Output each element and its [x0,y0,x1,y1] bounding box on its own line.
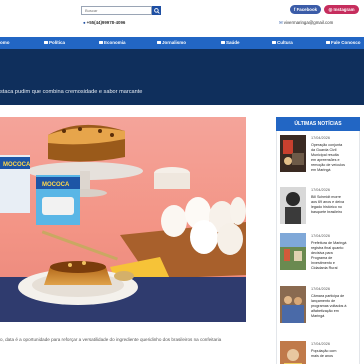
image-brand-box: MOCOCA [42,182,70,188]
news-thumbnail[interactable] [280,135,306,172]
news-title[interactable]: Prefeitura de Maringá registra final qua… [311,241,359,271]
search-button[interactable] [152,6,161,15]
news-title[interactable]: Operação conjunta da Guarda Civil Munici… [311,143,359,173]
nav-item-fale-conosco[interactable]: Fale Conosco [326,37,361,49]
nav-label: omo [0,40,10,45]
nav-item-jornalismo[interactable]: Jornalismo [157,37,186,49]
title-band [0,49,364,105]
nav-label: Economia [104,40,126,45]
nav-item-economia[interactable]: Economia [99,37,126,49]
nav-label: Fale Conosco [331,40,361,45]
nav-item-politica[interactable]: Política [44,37,65,49]
news-date: 17/04/2026 [311,342,331,346]
economy-icon [99,41,103,45]
instagram-label: Instagram [333,7,355,12]
nav-label: Saúde [226,40,240,45]
health-icon [221,41,225,45]
phone-contact[interactable]: ●+55(44)99978-4096 [83,20,125,25]
news-date: 17/04/2026 [311,287,331,291]
featured-image: MOCOCA MOCOCA [0,117,246,322]
search-icon [153,7,160,14]
nav-item-cultura[interactable]: Cultura [272,37,293,49]
news-title[interactable]: População com mais de anos [311,349,359,359]
news-thumbnail[interactable] [280,341,306,364]
nav-item-saude[interactable]: Saúde [221,37,240,49]
news-title[interactable]: Câmara participa de lançamento de progra… [311,294,359,319]
email-address: vivermaringa@gmail.com [283,20,334,25]
politics-icon [44,41,48,45]
latest-news-list: 17/04/2026 Operação conjunta da Guarda C… [276,131,360,364]
phone-number: +55(44)99978-4096 [86,20,126,25]
news-date: 17/04/2026 [311,136,331,140]
search-form [81,6,161,15]
main-nav: omo Política Economia Jornalismo Saúde C… [0,37,364,49]
whatsapp-icon: ● [83,20,86,25]
news-thumbnail[interactable] [280,233,306,270]
nav-label: Cultura [277,40,293,45]
page: ●+55(44)99978-4096 f Facebook ◎ Instagra… [0,0,364,364]
news-thumbnail[interactable] [280,286,306,323]
mail-icon: ✉ [279,20,283,25]
news-title[interactable]: Bill Schmidt morre aos 69 anos e deixa l… [311,195,359,215]
nav-label: Política [49,40,66,45]
facebook-label: Facebook [296,7,318,12]
image-brand-can: MOCOCA [3,162,31,168]
nav-label: Jornalismo [162,40,187,45]
culture-icon [272,41,276,45]
news-thumbnail[interactable] [280,187,306,224]
chat-icon [326,41,330,45]
nav-item-home[interactable]: omo [0,37,10,49]
email-contact[interactable]: ✉vivermaringa@gmail.com [279,20,333,26]
image-caption: o, data é a oportunidade para reforçar a… [0,337,222,342]
news-date: 17/04/2026 [311,188,331,192]
top-bar: ●+55(44)99978-4096 f Facebook ◎ Instagra… [0,0,364,36]
latest-news-heading: ÚLTIMAS NOTÍCIAS [276,117,360,131]
instagram-button[interactable]: ◎ Instagram [324,5,359,14]
search-input[interactable] [81,6,152,15]
facebook-button[interactable]: f Facebook [290,5,321,14]
article-headline: staca pudim que combina cremosidade e sa… [0,89,143,95]
newspaper-icon [157,41,161,45]
news-date: 17/04/2026 [311,234,331,238]
